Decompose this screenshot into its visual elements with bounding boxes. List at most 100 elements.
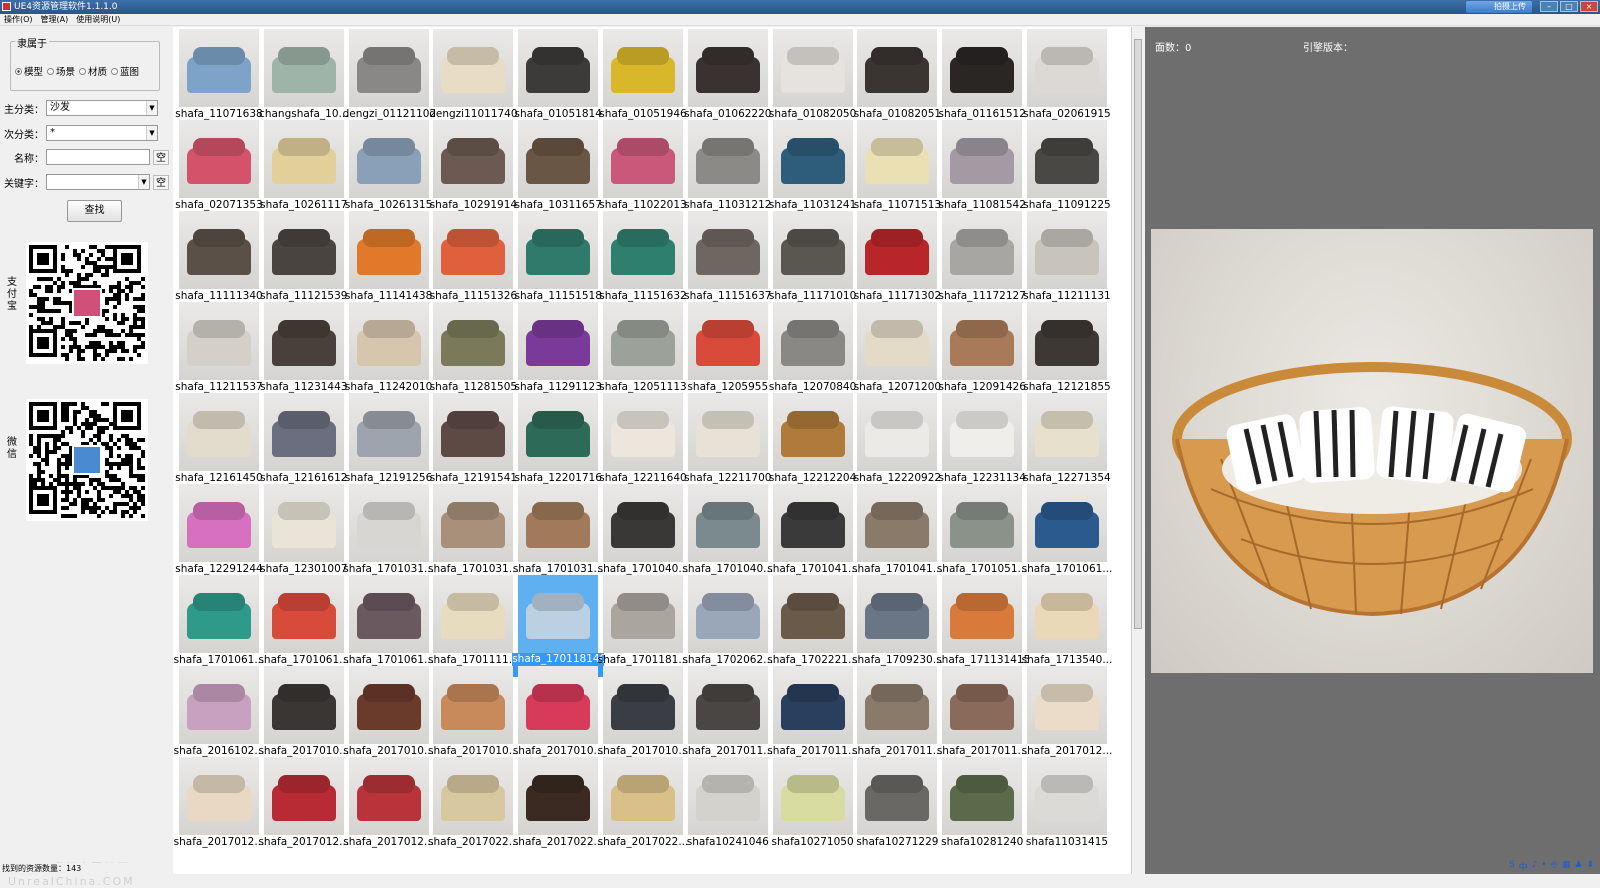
- asset-tile[interactable]: shafa_2017011...: [936, 664, 1028, 757]
- asset-tile[interactable]: dengzi11011740: [427, 27, 518, 120]
- minimize-icon[interactable]: –: [1540, 1, 1558, 12]
- asset-tile[interactable]: shafa_2017010...: [343, 664, 434, 757]
- asset-tile[interactable]: shafa_1205955: [682, 300, 768, 393]
- scrollbar-thumb[interactable]: [1134, 39, 1142, 629]
- asset-tile[interactable]: shafa_1701061...: [1021, 482, 1112, 575]
- asset-tile[interactable]: shafa_11242010: [343, 300, 432, 393]
- asset-tile[interactable]: shafa_2017010...: [427, 664, 519, 757]
- asset-tile[interactable]: shafa_1701061...: [343, 573, 434, 666]
- asset-tile[interactable]: shafa_11151518: [512, 209, 602, 302]
- asset-tile[interactable]: shafa_2017022...: [427, 755, 519, 848]
- asset-tile[interactable]: shafa_11151637: [682, 209, 771, 302]
- asset-tile[interactable]: shafa_11141438: [343, 209, 432, 302]
- asset-tile[interactable]: shafa_2017011...: [851, 664, 943, 757]
- tray-icon[interactable]: ♟: [1574, 860, 1582, 873]
- asset-tile[interactable]: shafa_1701041...: [767, 482, 858, 575]
- asset-tile[interactable]: shafa_11111340: [173, 209, 263, 302]
- maximize-icon[interactable]: □: [1560, 1, 1578, 12]
- asset-tile[interactable]: shafa_10261315: [343, 118, 432, 211]
- asset-tile[interactable]: shafa_2016102...: [173, 664, 264, 757]
- asset-tile[interactable]: shafa_11171010: [767, 209, 856, 302]
- asset-tile[interactable]: shafa_12212204: [767, 391, 856, 484]
- asset-tile[interactable]: shafa_12070840: [767, 300, 856, 393]
- asset-tile[interactable]: shafa_1701040...: [597, 482, 688, 575]
- main-category-select[interactable]: 沙发 ▼: [46, 100, 158, 116]
- asset-tile[interactable]: shafa_12121855: [1021, 300, 1111, 393]
- asset-tile[interactable]: shafa_12231134: [936, 391, 1026, 484]
- asset-tile[interactable]: shafa_10291914: [427, 118, 517, 211]
- asset-tile[interactable]: shafa_11151632: [597, 209, 687, 302]
- name-input[interactable]: [46, 149, 150, 165]
- radio-3[interactable]: 蓝图: [111, 64, 139, 78]
- asset-tile[interactable]: shafa_11211537: [173, 300, 263, 393]
- tray-icon[interactable]: ⎆: [1551, 860, 1558, 873]
- tray-icon[interactable]: ♪: [1532, 860, 1538, 873]
- asset-tile[interactable]: shafa_1701031...: [512, 482, 604, 575]
- asset-tile[interactable]: shafa_01062220: [682, 27, 771, 120]
- radio-0[interactable]: 模型: [15, 64, 43, 78]
- asset-tile[interactable]: shafa_12211700: [682, 391, 771, 484]
- asset-tile[interactable]: shafa_01082051: [851, 27, 941, 120]
- asset-tile[interactable]: shafa_12191541: [427, 391, 517, 484]
- asset-tile[interactable]: shafa_1702221...: [767, 573, 858, 666]
- asset-tile[interactable]: shafa10281240: [936, 755, 1023, 848]
- keyword-select[interactable]: ▼: [46, 174, 150, 190]
- asset-tile[interactable]: shafa_11091225: [1021, 118, 1111, 211]
- chevron-down-icon[interactable]: ▼: [138, 175, 149, 189]
- asset-tile[interactable]: shafa_12071200: [851, 300, 941, 393]
- asset-tile[interactable]: shafa_1701040...: [682, 482, 773, 575]
- asset-tile[interactable]: shafa_1713540...: [1021, 573, 1112, 666]
- chevron-down-icon[interactable]: ▼: [146, 101, 157, 115]
- asset-tile[interactable]: shafa_1701181...: [597, 573, 688, 666]
- asset-tile[interactable]: shafa_2017022...: [512, 755, 604, 848]
- asset-tile[interactable]: shafa_11151326: [427, 209, 517, 302]
- asset-tile[interactable]: shafa_11172127: [936, 209, 1026, 302]
- asset-tile[interactable]: shafa_12211640: [597, 391, 687, 484]
- asset-tile[interactable]: shafa_1702062...: [682, 573, 773, 666]
- asset-tile[interactable]: shafa_2017011...: [682, 664, 773, 757]
- sub-category-select[interactable]: * ▼: [46, 125, 158, 141]
- asset-tile[interactable]: shafa_2017010...: [258, 664, 349, 757]
- keyword-clear-button[interactable]: 空: [153, 174, 169, 190]
- upload-button[interactable]: 拍摄上传: [1466, 1, 1532, 13]
- asset-tile[interactable]: shafa_10311657: [512, 118, 602, 211]
- radio-1[interactable]: 场景: [47, 64, 75, 78]
- asset-tile[interactable]: shafa_12291244: [173, 482, 263, 575]
- asset-tile[interactable]: shafa_1701181406: [512, 573, 605, 677]
- asset-tile[interactable]: shafa_12201716: [512, 391, 602, 484]
- asset-tile[interactable]: shafa_2017012...: [173, 755, 264, 848]
- asset-tile[interactable]: shafa_11022013: [597, 118, 687, 211]
- asset-tile[interactable]: shafa_2017010...: [597, 664, 688, 757]
- asset-tile[interactable]: shafa_1709230...: [851, 573, 943, 666]
- asset-tile[interactable]: shafa_11121539: [258, 209, 347, 302]
- asset-tile[interactable]: shafa_12191256: [343, 391, 432, 484]
- tray-icon[interactable]: 中: [1519, 860, 1528, 873]
- asset-tile[interactable]: shafa_2017012...: [343, 755, 434, 848]
- asset-tile[interactable]: shafa_1701041...: [851, 482, 943, 575]
- asset-tile[interactable]: shafa10271050: [767, 755, 854, 848]
- asset-tile[interactable]: shafa_10261117: [258, 118, 347, 211]
- asset-tile[interactable]: shafa_1701031...: [343, 482, 434, 575]
- asset-tile[interactable]: shafa_2017012...: [258, 755, 349, 848]
- grid-scrollbar[interactable]: [1131, 27, 1144, 874]
- chevron-down-icon[interactable]: ▼: [146, 126, 157, 140]
- asset-tile[interactable]: shafa_12220922: [851, 391, 941, 484]
- asset-tile[interactable]: shafa_01161512: [936, 27, 1026, 120]
- asset-tile[interactable]: shafa10241046: [682, 755, 769, 848]
- menu-help[interactable]: 使用说明(U): [76, 14, 120, 25]
- asset-tile[interactable]: shafa_11281505: [427, 300, 517, 393]
- asset-tile[interactable]: shafa_11231443: [258, 300, 347, 393]
- menu-operate[interactable]: 操作(O): [4, 14, 33, 25]
- asset-tile[interactable]: shafa_11031241: [767, 118, 856, 211]
- asset-tile[interactable]: shafa_1701061...: [258, 573, 349, 666]
- asset-tile[interactable]: shafa_11291123: [512, 300, 602, 393]
- asset-tile[interactable]: shafa_11171302: [851, 209, 941, 302]
- asset-tile[interactable]: shafa_01051814: [512, 27, 602, 120]
- asset-tile[interactable]: shafa_1701031...: [427, 482, 519, 575]
- close-icon[interactable]: ×: [1580, 1, 1598, 12]
- asset-tile[interactable]: shafa_11071513: [851, 118, 941, 211]
- asset-tile[interactable]: shafa_2017010...: [512, 664, 604, 757]
- asset-tile[interactable]: shafa_1701051...: [936, 482, 1028, 575]
- search-button[interactable]: 查找: [67, 200, 122, 222]
- asset-tile[interactable]: shafa10271229: [851, 755, 938, 848]
